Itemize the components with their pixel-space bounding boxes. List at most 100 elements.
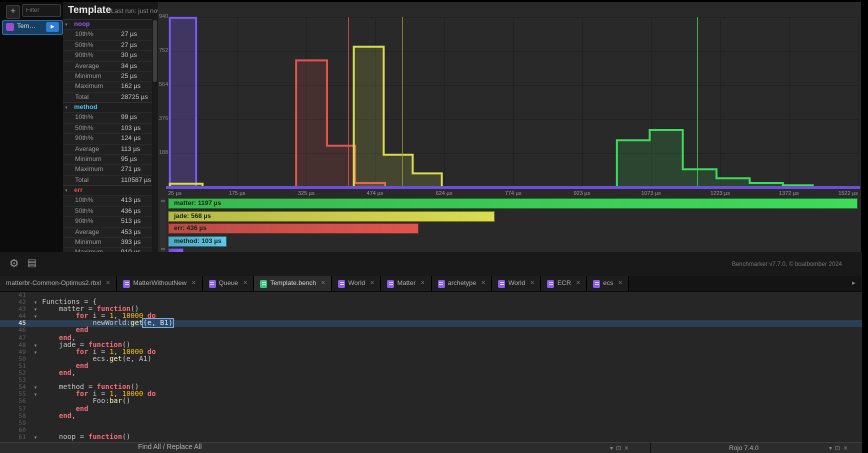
rojo-bar-window-icons[interactable]: ▾⊡× [829, 445, 851, 452]
tab-label: ecs [603, 280, 613, 287]
x-gridline [858, 17, 859, 187]
line-number: 60 [0, 427, 29, 434]
tab-archetype[interactable]: archetype× [432, 276, 493, 291]
tab-scroll-right-icon[interactable]: ▸ [852, 279, 856, 287]
token: end [76, 405, 89, 413]
stats-row: Minimum95 µs [63, 154, 152, 164]
tab-label: matterbr-Common-Optimus2.rbxl [6, 280, 101, 287]
line-number: 42 [0, 299, 29, 306]
app-window: + Tem… ▶ Template Last run: just now ▾no… [0, 0, 868, 453]
close-icon[interactable]: × [618, 280, 622, 287]
page-title: Template [68, 5, 111, 16]
legend-scroll-handle-bottom[interactable] [161, 248, 165, 250]
script-icon [498, 280, 505, 288]
close-icon[interactable]: × [370, 280, 374, 287]
benchmark-file-icon [6, 23, 14, 31]
line-number: 56 [0, 398, 29, 405]
legend-bar-matter: matter: 1197 µs [168, 198, 858, 209]
plugin-toolbar: ⚙ ▤ Benchmarker v7.7.0, © boatbomber 202… [0, 252, 862, 276]
legend-bar-err: err: 436 µs [168, 223, 419, 234]
code-line-45[interactable]: 45 newWorld:get(e, B1) [0, 320, 862, 327]
code-line-59[interactable]: 59 [0, 420, 862, 427]
code-line-57[interactable]: 57 end [0, 406, 862, 413]
version-text: Benchmarker v7.7.0, © boatbomber 2024 [732, 262, 842, 268]
code-line-52[interactable]: 52 end, [0, 370, 862, 377]
line-number: 51 [0, 363, 29, 370]
tab-queue[interactable]: Queue× [203, 276, 255, 291]
tab-matter[interactable]: Matter× [381, 276, 432, 291]
stats-section-header-err[interactable]: ▾err [63, 185, 152, 195]
tab-ecs[interactable]: ecs × [587, 276, 629, 291]
x-tick-label: 474 µs [367, 191, 384, 197]
line-number: 57 [0, 406, 29, 413]
stats-row: Maximum271 µs [63, 164, 152, 174]
benchmark-list-item[interactable]: Tem… ▶ [2, 20, 63, 35]
code-line-61[interactable]: 61▾ noop = function() [0, 434, 862, 441]
stats-scrollbar-thumb[interactable] [153, 20, 157, 82]
find-replace-label: Find All / Replace All [138, 444, 202, 451]
close-icon[interactable]: × [106, 280, 110, 287]
line-number: 55 [0, 391, 29, 398]
histogram-svg [168, 17, 858, 187]
stats-panel: ▾noop10th%27 µs50th%27 µs90th%30 µsAvera… [63, 19, 152, 258]
stats-row: Maximum162 µs [63, 81, 152, 91]
y-tick-label: 564 [159, 82, 168, 88]
histogram-matter [617, 130, 813, 187]
close-icon[interactable]: × [321, 280, 325, 287]
close-icon[interactable]: × [192, 280, 196, 287]
stats-section-header-method[interactable]: ▾method [63, 102, 152, 112]
token [42, 412, 59, 420]
token: end [76, 362, 89, 370]
find-bar-window-icons[interactable]: ▾⊡× [610, 445, 632, 452]
legend-scroll-handle-top[interactable] [161, 200, 165, 202]
legend-bar-jade: jade: 568 µs [168, 211, 495, 222]
legend-bar-method: method: 103 µs [168, 236, 227, 247]
token: (e, A1) [122, 355, 152, 363]
filter-input[interactable] [22, 4, 61, 17]
close-icon[interactable]: × [530, 280, 534, 287]
run-benchmark-button[interactable]: ▶ [46, 22, 59, 32]
tab-world[interactable]: World × [332, 276, 381, 291]
close-icon[interactable]: × [421, 280, 425, 287]
line-number: 48 [0, 342, 29, 349]
find-replace-bar[interactable]: Find All / Replace All ▾⊡× [0, 442, 650, 453]
x-tick-label: 175 µs [229, 191, 246, 197]
token: do [147, 390, 155, 398]
fold-arrow-icon[interactable]: ▾ [29, 435, 42, 442]
code-line-56[interactable]: 56 Foo:bar() [0, 398, 862, 405]
benchmark-item-label: Tem… [17, 23, 36, 30]
rojo-label: Rojo 7.4.0 [729, 445, 759, 452]
line-number: 61 [0, 434, 29, 441]
close-icon[interactable]: × [481, 280, 485, 287]
x-tick-label: 1223 µs [710, 191, 730, 197]
close-icon[interactable]: × [576, 280, 580, 287]
add-benchmark-button[interactable]: + [6, 5, 20, 19]
code-line-58[interactable]: 58 end, [0, 413, 862, 420]
gear-icon[interactable]: ⚙ [7, 257, 21, 271]
code-line-46[interactable]: 46 end [0, 327, 862, 334]
code-line-41[interactable]: 41 [0, 292, 862, 299]
stats-row: 90th%30 µs [63, 50, 152, 60]
tab-matterwithoutnew[interactable]: MatterWithoutNew× [117, 276, 203, 291]
tab-template-bench[interactable]: Template.bench× [254, 276, 332, 291]
line-number: 44 [0, 313, 29, 320]
token: () [122, 433, 130, 441]
code-line-51[interactable]: 51 end [0, 363, 862, 370]
tab-ecr[interactable]: ECR× [541, 276, 587, 291]
rojo-bar[interactable]: Rojo 7.4.0 ▾⊡× [650, 442, 862, 453]
stats-row: Total110587 µs [63, 175, 152, 185]
tab-label: World [508, 280, 525, 287]
tab-matterbr-common-optimus2-rbxl[interactable]: matterbr-Common-Optimus2.rbxl × [0, 276, 117, 291]
tab-label: World [348, 280, 365, 287]
stats-row: 50th%103 µs [63, 123, 152, 133]
tab-world[interactable]: World × [492, 276, 541, 291]
code-line-50[interactable]: 50 ecs.get(e, A1) [0, 356, 862, 363]
code-editor[interactable]: 4142▾Functions = {43▾ matter = function(… [0, 292, 862, 442]
plugins-icon[interactable]: ▤ [25, 257, 39, 271]
legend-bar-label: method: 103 µs [174, 238, 221, 245]
stats-row: Total28725 µs [63, 92, 152, 102]
stats-row: 50th%27 µs [63, 40, 152, 50]
legend-scrollbar[interactable] [160, 198, 166, 252]
close-icon[interactable]: × [243, 280, 247, 287]
stats-section-header-noop[interactable]: ▾noop [63, 19, 152, 29]
